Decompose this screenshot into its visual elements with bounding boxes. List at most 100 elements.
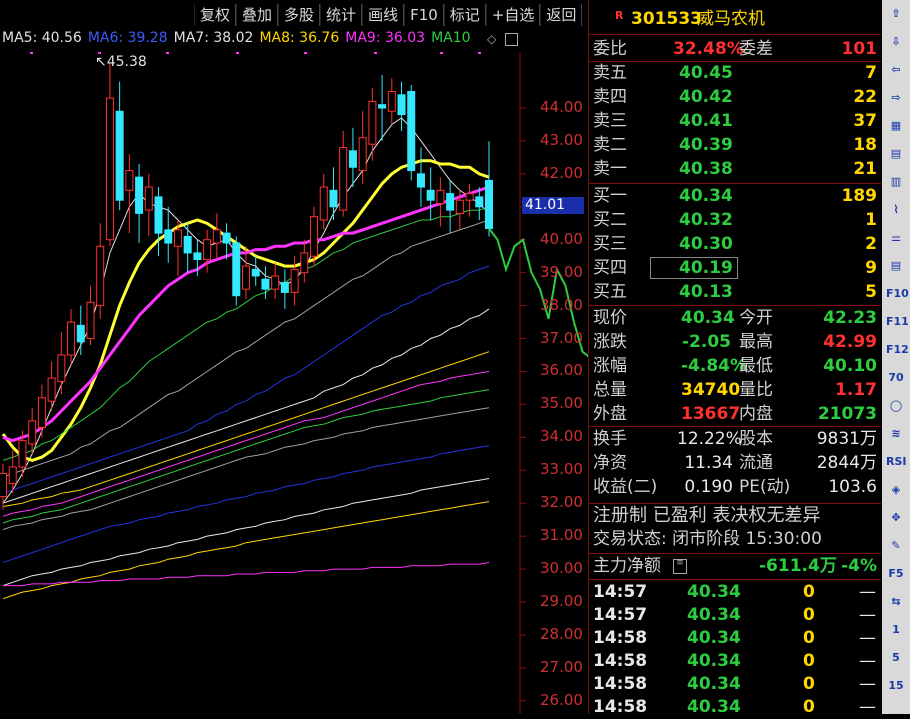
side-toolbar-button[interactable]: ▤ [886,256,906,276]
book-row[interactable]: 买二 40.32 1 [589,209,881,232]
stock-name: 威马农机 [697,9,765,29]
side-toolbar-button[interactable]: 15 [886,676,906,696]
toolbar-button[interactable]: 标记 [443,4,486,26]
quote-value-2: 1.17 [835,380,877,400]
book-level-label: 卖二 [593,135,627,155]
side-toolbar-button[interactable]: 1 [886,620,906,640]
book-row[interactable]: 卖三 40.41 37 [589,110,881,133]
tick-row[interactable]: 14:57 40.34 0 — [589,581,881,604]
list-icon[interactable]: ≡ [673,559,687,574]
book-price: 40.13 [679,282,733,302]
book-price: 40.39 [679,135,733,155]
book-volume: 2 [865,234,877,254]
quote-label-2: 今开 [739,308,773,328]
candle-body [135,176,144,214]
book-volume: 9 [865,258,877,278]
candle-body [47,377,56,402]
toolbar-button[interactable]: 复权 [194,4,237,26]
tick-time: 14:58 [593,651,648,671]
toolbar-button[interactable]: 画线 [362,4,405,26]
toolbar-button[interactable]: 多股 [278,4,321,26]
side-toolbar-button[interactable]: ▦ [886,116,906,136]
ma-legend-item: MA10 [431,30,471,46]
toolbar-button[interactable]: 叠加 [236,4,279,26]
main-flow-pct: -4% [841,556,877,576]
side-toolbar-button[interactable]: RSI [886,452,907,472]
quote-label: 现价 [593,308,627,328]
side-toolbar-button[interactable]: ◯ [886,396,906,416]
tick-row[interactable]: 14:58 40.34 0 — [589,650,881,673]
tick-price: 40.34 [687,605,741,625]
book-volume: 22 [853,87,877,107]
candle-body [203,239,212,260]
book-row[interactable]: 买三 40.30 2 [589,233,881,256]
legend-diamond-icon[interactable]: ◇ [487,32,496,46]
book-level-label: 买五 [593,282,627,302]
book-row[interactable]: 卖一 40.38 21 [589,158,881,181]
quote-label-2: 最高 [739,332,773,352]
side-toolbar-button[interactable]: ⇨ [886,88,906,108]
book-level-label: 卖三 [593,111,627,131]
tick-row[interactable]: 14:58 40.34 0 — [589,696,881,719]
side-toolbar-button[interactable]: ⇧ [886,4,906,24]
legend-marker [30,52,33,54]
kline-chart[interactable] [0,52,588,714]
side-toolbar-button[interactable]: ◈ [886,480,906,500]
book-row[interactable]: 买一 40.34 189 [589,185,881,208]
high-annotation: ↖45.38 [95,54,147,70]
tick-direction: — [859,674,876,694]
book-row[interactable]: 卖四 40.42 22 [589,86,881,109]
book-volume: 1 [865,210,877,230]
candle-body [310,216,319,257]
candle-body [222,232,231,244]
side-toolbar-button[interactable]: ⇩ [886,32,906,52]
side-toolbar-button[interactable]: ⚌ [886,228,906,248]
y-tick-label: 27.00 [540,657,583,676]
candle-body [290,268,299,293]
y-tick-label: 43.00 [540,130,583,149]
side-toolbar-button[interactable]: 5 [886,648,906,668]
side-toolbar-button[interactable]: ⇆ [886,592,906,612]
side-toolbar-button[interactable]: ✥ [886,508,906,528]
y-tick-label: 39.00 [540,262,583,281]
ma-line [1,159,490,462]
ma-line [2,308,490,504]
candle-body [57,354,66,382]
candle-body [232,242,241,297]
tick-row[interactable]: 14:58 40.34 0 — [589,673,881,696]
toolbar-button[interactable]: 统计 [320,4,363,26]
toolbar-button[interactable]: 返回 [540,4,583,26]
quote-value: 13667 [681,404,741,424]
tick-time: 14:57 [593,582,648,602]
tick-row[interactable]: 14:57 40.34 0 — [589,604,881,627]
side-toolbar-button[interactable]: ▤ [886,144,906,164]
high-annotation-value: 45.38 [106,54,147,70]
legend-marker [478,52,481,54]
toolbar-button[interactable]: +自选 [485,4,541,26]
ma-line [2,501,490,600]
tick-row[interactable]: 14:58 40.34 0 — [589,627,881,650]
legend-square-icon[interactable] [505,33,518,46]
toolbar-button[interactable]: F10 [404,4,444,26]
candle-body [426,189,435,201]
side-toolbar-button[interactable]: ≋ [886,424,906,444]
side-toolbar-button[interactable]: ⇦ [886,60,906,80]
side-toolbar-button[interactable]: F5 [886,564,906,584]
side-toolbar-button[interactable]: ⌇ [886,200,906,220]
candle-body [105,97,114,241]
side-toolbar-button[interactable]: F10 [886,284,909,304]
y-tick-label: 26.00 [540,690,583,709]
side-toolbar-button[interactable]: ✎ [886,536,906,556]
side-toolbar-button[interactable]: F11 [886,312,909,332]
book-row[interactable]: 卖五 40.45 7 [589,62,881,85]
book-row[interactable]: 买五 40.13 5 [589,281,881,304]
book-level-label: 买三 [593,234,627,254]
book-volume: 5 [865,282,877,302]
side-toolbar-button[interactable]: ▥ [886,172,906,192]
main-flow-row: 主力净额 ≡ -611.4万 -4% [589,555,881,578]
book-row[interactable]: 卖二 40.39 18 [589,134,881,157]
book-level-label: 买一 [593,186,627,206]
side-toolbar-button[interactable]: F12 [886,340,909,360]
candle-body [339,147,348,211]
side-toolbar-button[interactable]: 70 [886,368,906,388]
